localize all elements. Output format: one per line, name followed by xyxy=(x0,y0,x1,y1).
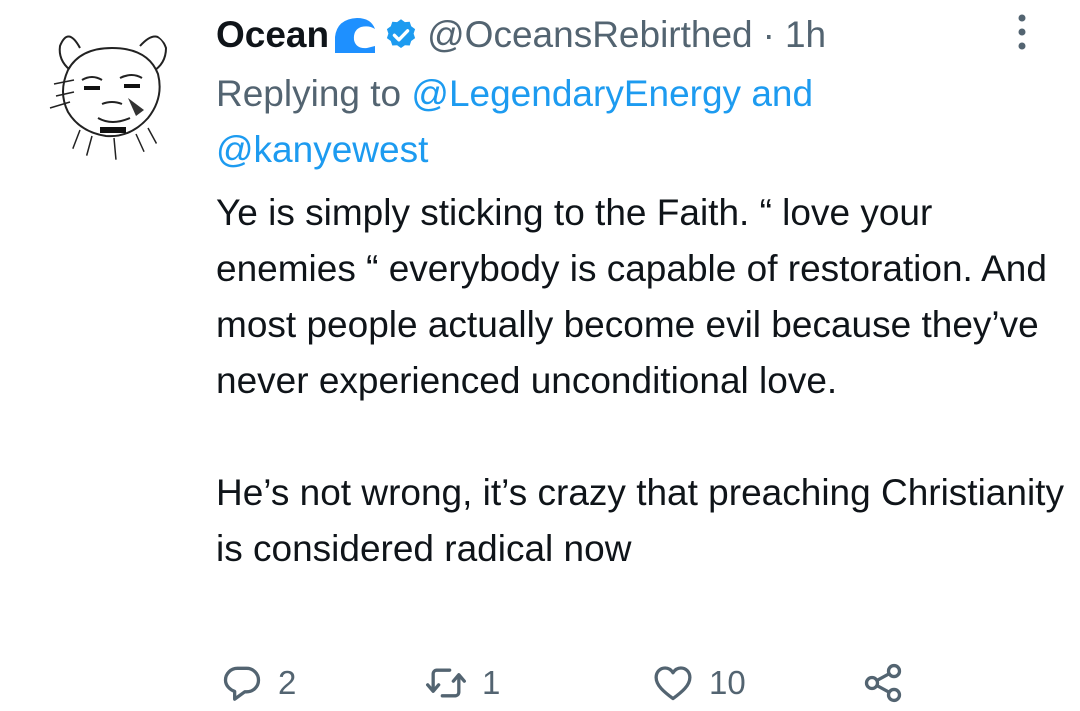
verified-badge-icon xyxy=(383,17,419,53)
share-icon xyxy=(864,663,902,703)
heart-icon xyxy=(654,666,692,701)
separator-dot: · xyxy=(762,14,775,55)
reply-conjunction: and xyxy=(751,73,814,114)
retweet-button[interactable]: 1 xyxy=(424,655,500,711)
replying-to: Replying to @LegendaryEnergy and @kanyew… xyxy=(216,66,976,178)
retweet-icon xyxy=(426,668,466,698)
more-options-icon[interactable] xyxy=(1010,12,1034,52)
tweet-actions: 2 1 10 xyxy=(216,655,916,711)
share-button[interactable] xyxy=(861,655,905,711)
reply-mention-legendaryenergy[interactable]: @LegendaryEnergy xyxy=(411,73,741,114)
tweet-header: Ocean @OceansRebirthed · 1h xyxy=(216,10,826,60)
reply-mention-kanyewest[interactable]: @kanyewest xyxy=(216,129,428,170)
reply-button[interactable]: 2 xyxy=(220,655,296,711)
reply-count: 2 xyxy=(278,664,297,701)
avatar[interactable] xyxy=(40,18,182,160)
author-handle[interactable]: @OceansRebirthed xyxy=(427,14,753,56)
tweet-paragraph: Ye is simply sticking to the Faith. “ lo… xyxy=(216,192,1047,401)
reply-icon xyxy=(223,666,261,701)
retweet-count: 1 xyxy=(482,664,501,701)
water-wave-icon xyxy=(333,15,377,55)
like-button[interactable]: 10 xyxy=(651,655,746,711)
reply-prefix: Replying to xyxy=(216,73,402,114)
author-name[interactable]: Ocean xyxy=(216,14,329,56)
like-count: 10 xyxy=(709,664,746,701)
tweet-paragraph: He’s not wrong, it’s crazy that preachin… xyxy=(216,472,1064,569)
tweet-time[interactable]: 1h xyxy=(785,14,826,56)
tweet-text: Ye is simply sticking to the Faith. “ lo… xyxy=(216,185,1066,577)
